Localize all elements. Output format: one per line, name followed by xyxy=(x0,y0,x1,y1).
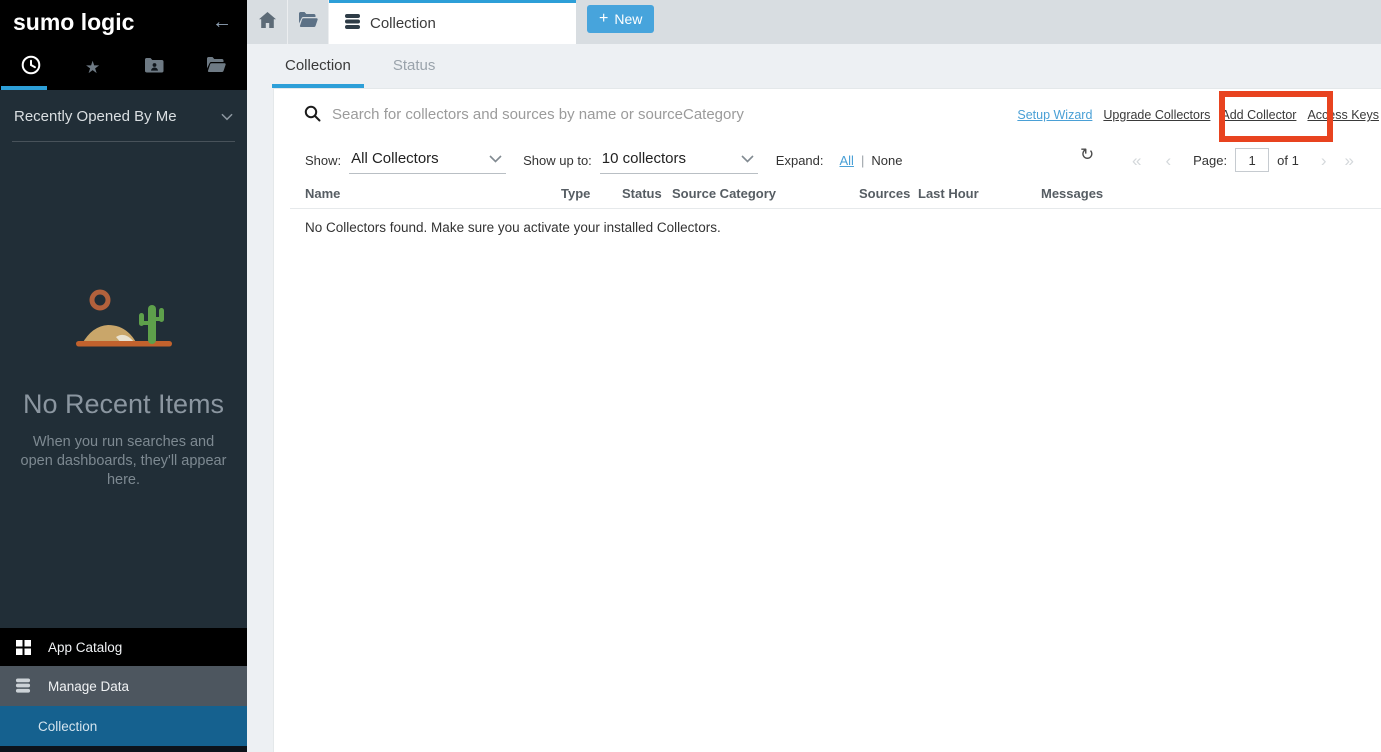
workspace-tab-title: Collection xyxy=(370,15,436,32)
show-label: Show: xyxy=(305,153,341,168)
plus-icon: + xyxy=(599,11,608,27)
search-icon xyxy=(304,105,321,127)
sidebar: sumo logic ← ★ Recently Opened By Me xyxy=(0,0,247,752)
sidebar-empty-state: No Recent Items When you run searches an… xyxy=(0,284,247,490)
sidebar-bottom-menu: App Catalog Manage Data Collection xyxy=(0,628,247,752)
sidebar-tab-favorites[interactable]: ★ xyxy=(62,44,124,90)
collection-panel: Setup Wizard Upgrade Collectors Add Coll… xyxy=(273,88,1381,752)
filter-row: Show: All Collectors Show up to: 10 coll… xyxy=(305,145,902,175)
collection-label: Collection xyxy=(38,719,97,734)
page-number-input[interactable] xyxy=(1235,148,1269,172)
sidebar-tab-shared-content[interactable] xyxy=(124,44,186,90)
show-select-value: All Collectors xyxy=(351,150,439,167)
page-of-label: of 1 xyxy=(1277,153,1299,168)
column-header-last-hour[interactable]: Last Hour xyxy=(918,186,979,201)
workspace-tab-strip: Collection + New xyxy=(247,0,1381,44)
column-header-messages[interactable]: Messages xyxy=(1041,186,1103,201)
recent-filter-dropdown[interactable]: Recently Opened By Me xyxy=(12,108,235,142)
previous-page-icon[interactable]: ‹ xyxy=(1165,152,1171,169)
header-links: Setup Wizard Upgrade Collectors Add Coll… xyxy=(1017,108,1379,122)
sidebar-item-collection[interactable]: Collection xyxy=(0,706,247,746)
database-stack-icon xyxy=(344,14,361,34)
no-recent-items-caption: When you run searches and open dashboard… xyxy=(17,433,231,490)
no-collectors-message: No Collectors found. Make sure you activ… xyxy=(305,220,721,235)
show-up-to-select[interactable]: 10 collectors xyxy=(600,146,758,174)
home-icon xyxy=(259,12,276,33)
next-page-icon[interactable]: › xyxy=(1321,152,1327,169)
folder-icon xyxy=(299,12,318,32)
add-collector-link[interactable]: Add Collector xyxy=(1221,108,1296,122)
first-page-icon[interactable]: « xyxy=(1132,152,1141,169)
chevron-down-icon xyxy=(221,108,233,125)
no-recent-items-title: No Recent Items xyxy=(0,389,247,420)
show-select[interactable]: All Collectors xyxy=(349,146,506,174)
setup-wizard-link[interactable]: Setup Wizard xyxy=(1017,108,1092,122)
sidebar-menu-next-row xyxy=(0,746,247,752)
new-tab-button-label: New xyxy=(614,11,642,27)
database-icon xyxy=(10,678,36,694)
sidebar-header: sumo logic ← xyxy=(0,0,247,44)
open-folder-icon xyxy=(207,57,226,77)
column-header-sources[interactable]: Sources xyxy=(859,186,910,201)
chevron-down-icon xyxy=(741,151,754,166)
show-up-to-label: Show up to: xyxy=(523,153,592,168)
sumo-logic-logo: sumo logic xyxy=(13,9,134,36)
access-keys-link[interactable]: Access Keys xyxy=(1307,108,1379,122)
column-header-status[interactable]: Status xyxy=(622,186,662,201)
collectors-table-header: Name Type Status Source Category Sources… xyxy=(274,186,1381,206)
upgrade-collectors-link[interactable]: Upgrade Collectors xyxy=(1103,108,1210,122)
tab-collection[interactable]: Collection xyxy=(272,44,364,88)
shared-folder-icon xyxy=(145,57,164,78)
pagination: « ‹ Page: of 1 › » xyxy=(1132,145,1354,175)
collapse-sidebar-icon[interactable]: ← xyxy=(212,12,232,32)
chevron-down-icon xyxy=(489,151,502,166)
column-header-type[interactable]: Type xyxy=(561,186,590,201)
app-catalog-label: App Catalog xyxy=(48,640,122,655)
table-header-divider xyxy=(290,208,1381,209)
new-tab-button[interactable]: + New xyxy=(587,5,654,33)
expand-separator: | xyxy=(861,153,864,168)
expand-none-link[interactable]: None xyxy=(871,153,902,168)
tab-status[interactable]: Status xyxy=(380,44,449,88)
home-tab[interactable] xyxy=(247,0,288,44)
clock-icon xyxy=(21,55,41,80)
sidebar-item-app-catalog[interactable]: App Catalog xyxy=(0,628,247,666)
search-input[interactable] xyxy=(332,101,952,127)
column-header-name[interactable]: Name xyxy=(305,186,340,201)
sidebar-icon-nav: ★ xyxy=(0,44,247,90)
recent-filter-label: Recently Opened By Me xyxy=(14,108,177,125)
collection-subtabs: Collection Status xyxy=(247,44,1381,88)
page-label: Page: xyxy=(1193,153,1227,168)
star-icon: ★ xyxy=(85,59,100,76)
last-page-icon[interactable]: » xyxy=(1344,152,1353,169)
library-tab[interactable] xyxy=(288,0,329,44)
sidebar-tab-library[interactable] xyxy=(185,44,247,90)
manage-data-label: Manage Data xyxy=(48,679,129,694)
column-header-source-category[interactable]: Source Category xyxy=(672,186,776,201)
active-sidebar-tab-indicator xyxy=(1,86,47,90)
show-up-to-select-value: 10 collectors xyxy=(602,150,686,167)
grid-icon xyxy=(10,640,36,655)
main-area: Collection + New Collection Status Setup… xyxy=(247,0,1381,752)
expand-all-link[interactable]: All xyxy=(840,153,854,168)
sidebar-item-manage-data[interactable]: Manage Data xyxy=(0,666,247,706)
refresh-icon[interactable]: ↻ xyxy=(1080,146,1094,163)
sidebar-tab-recents[interactable] xyxy=(0,44,62,90)
collection-workspace-tab[interactable]: Collection xyxy=(329,0,576,44)
desert-illustration xyxy=(64,341,184,358)
expand-label: Expand: xyxy=(776,153,824,168)
